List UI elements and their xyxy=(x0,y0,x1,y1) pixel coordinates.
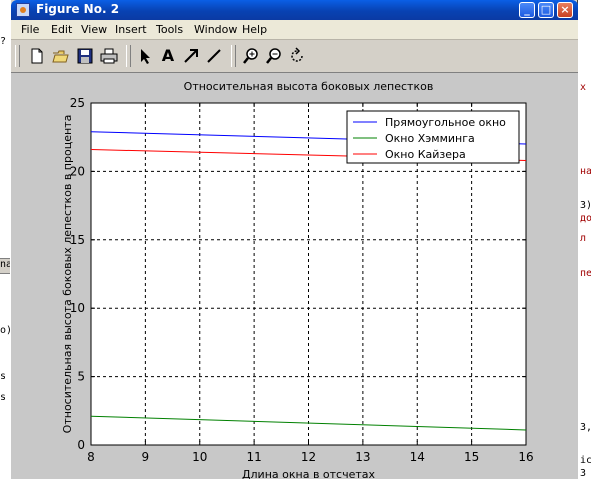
window-title: Figure No. 2 xyxy=(36,2,120,16)
chart-title: Относительная высота боковых лепестков xyxy=(184,80,434,93)
insert-line-icon[interactable] xyxy=(204,46,224,66)
save-icon[interactable] xyxy=(75,46,95,66)
menu-tools[interactable]: Tools xyxy=(156,23,183,36)
open-file-icon[interactable] xyxy=(51,46,71,66)
background-text: 3) xyxy=(580,200,591,211)
figure-window: Figure No. 2 _ □ × File Edit View Insert… xyxy=(10,0,578,479)
x-tick-label: 12 xyxy=(301,450,316,464)
menu-edit[interactable]: Edit xyxy=(51,23,72,36)
toolbar-grip[interactable] xyxy=(15,45,20,67)
legend-entry-label: Окно Хэмминга xyxy=(385,132,475,145)
background-text: ? xyxy=(0,36,7,47)
x-tick-label: 11 xyxy=(246,450,261,464)
background-text: ic xyxy=(580,455,591,466)
menu-file[interactable]: File xyxy=(21,23,39,36)
background-text: s xyxy=(0,392,7,403)
y-tick-label: 25 xyxy=(70,96,85,110)
toolbar-separator xyxy=(126,45,131,67)
x-axis-label: Длина окна в отсчетах xyxy=(242,468,376,479)
x-tick-label: 16 xyxy=(518,450,533,464)
print-icon[interactable] xyxy=(99,46,119,66)
figure-canvas: 8 9 10 11 12 13 14 15 16 0 5 10 15 20 25 Относительная… xyxy=(11,73,578,479)
select-arrow-icon[interactable] xyxy=(135,46,155,66)
zoom-in-icon[interactable] xyxy=(241,46,261,66)
legend-entry-label: Окно Кайзера xyxy=(385,148,466,161)
x-tick-label: 9 xyxy=(142,450,150,464)
background-text: на xyxy=(580,166,591,177)
background-text: 3 xyxy=(580,468,587,479)
close-button[interactable]: × xyxy=(557,2,573,18)
toolbar: A xyxy=(11,40,578,73)
insert-arrow-icon[interactable] xyxy=(181,46,201,66)
matlab-figure-icon[interactable] xyxy=(16,3,30,17)
zoom-out-icon[interactable] xyxy=(264,46,284,66)
chart: 8 9 10 11 12 13 14 15 160510152025 Относительная… xyxy=(61,80,534,479)
minimize-button[interactable]: _ xyxy=(519,2,535,18)
toolbar-separator xyxy=(231,45,236,67)
x-tick-label: 10 xyxy=(192,450,207,464)
background-text: x xyxy=(580,82,587,93)
y-tick-label: 5 xyxy=(77,370,85,384)
background-text: до xyxy=(580,213,591,224)
x-tick-label: 15 xyxy=(464,450,479,464)
x-tick-label: 13 xyxy=(355,450,370,464)
background-text: л xyxy=(580,233,587,244)
title-bar[interactable]: Figure No. 2 _ □ × xyxy=(11,0,578,20)
legend-entry-label: Прямоугольное окно xyxy=(385,116,506,129)
background-text: 3, xyxy=(580,422,591,433)
x-tick-label: 8 xyxy=(87,450,95,464)
maximize-button[interactable]: □ xyxy=(538,2,554,18)
new-figure-icon[interactable] xyxy=(27,46,47,66)
menu-bar: File Edit View Insert Tools Window Help xyxy=(11,20,578,40)
menu-help[interactable]: Help xyxy=(242,23,267,36)
y-axis-label: Относительная высота боковых лепестков в… xyxy=(61,115,74,434)
menu-view[interactable]: View xyxy=(81,23,107,36)
background-text: s xyxy=(0,371,7,382)
y-tick-label: 0 xyxy=(77,438,85,452)
menu-insert[interactable]: Insert xyxy=(115,23,147,36)
rotate-icon[interactable] xyxy=(287,46,307,66)
menu-window[interactable]: Window xyxy=(194,23,237,36)
x-tick-label: 14 xyxy=(410,450,425,464)
insert-text-icon[interactable]: A xyxy=(158,46,178,66)
background-text: пе xyxy=(580,268,591,279)
legend: Прямоугольное окно Окно Хэмминга Окно Кайз… xyxy=(346,110,520,164)
